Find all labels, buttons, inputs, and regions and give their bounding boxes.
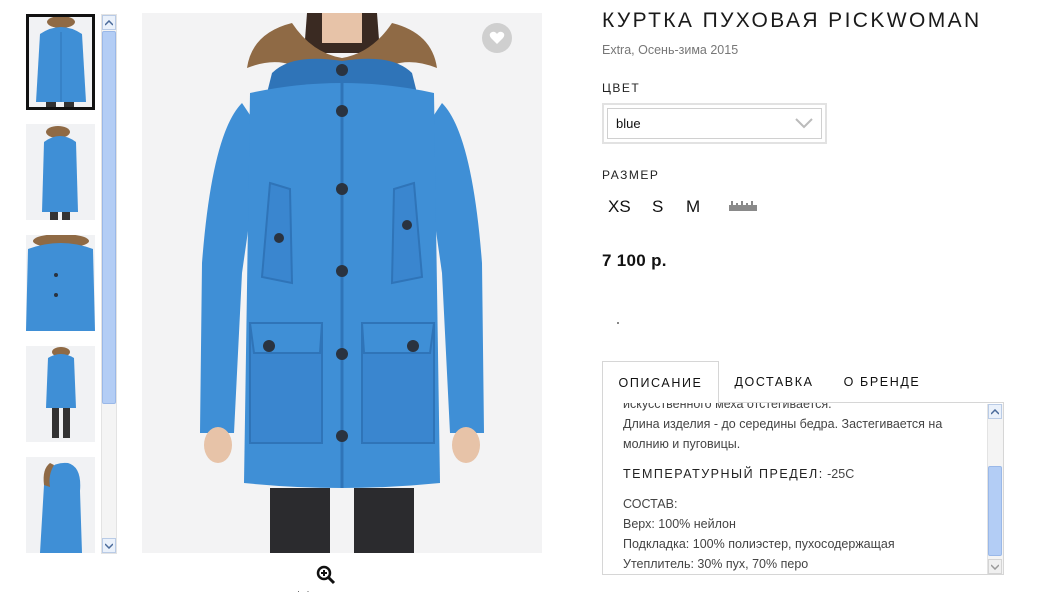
thumbnail-full-image [26, 346, 95, 442]
scroll-up-arrow-icon[interactable] [102, 15, 116, 30]
scroll-down-arrow-icon[interactable] [988, 559, 1002, 574]
ruler-icon[interactable] [729, 200, 757, 212]
tab-description[interactable]: ОПИСАНИЕ [602, 361, 719, 403]
description-line: молнию и пуговицы. [623, 437, 741, 451]
thumbnail-hood-image [26, 457, 95, 553]
main-product-image[interactable] [142, 13, 542, 553]
thumbnail-full[interactable] [26, 346, 95, 442]
product-title: КУРТКА ПУХОВАЯ PICKWOMAN [602, 9, 982, 32]
description-content: искусственного меха отстегивается. Длина… [623, 402, 983, 574]
jacket-photo [142, 13, 542, 553]
size-option-m[interactable]: M [686, 197, 700, 217]
chevron-down-icon [795, 118, 813, 129]
scroll-down-arrow-icon[interactable] [102, 538, 116, 553]
thumbnail-side[interactable] [26, 124, 95, 220]
product-subtitle: Extra, Осень-зима 2015 [602, 43, 739, 57]
description-panel[interactable]: искусственного меха отстегивается. Длина… [602, 402, 1004, 575]
description-scrollbar[interactable] [987, 404, 1003, 574]
thumbnail-front[interactable] [26, 14, 95, 110]
size-label: РАЗМЕР [602, 168, 660, 182]
thumbnail-scroll-thumb[interactable] [102, 31, 116, 404]
thumbnail-side-image [26, 124, 95, 220]
thumbnail-closeup-image [26, 235, 95, 331]
composition-lining: Подкладка: 100% полиэстер, пухосодержаща… [623, 537, 895, 551]
composition-outer: Верх: 100% нейлон [623, 517, 736, 531]
color-select[interactable]: blue [602, 103, 827, 144]
thumbnail-front-image [26, 14, 95, 110]
favorite-button[interactable] [482, 23, 512, 53]
thumbnail-scrollbar[interactable] [101, 14, 117, 554]
tab-delivery[interactable]: ДОСТАВКА [726, 361, 822, 403]
divider-dot [617, 322, 619, 324]
temperature-label: ТЕМПЕРАТУРНЫЙ ПРЕДЕЛ: [623, 467, 824, 481]
image-pager-dots: · · [297, 586, 312, 593]
zoom-in-icon[interactable] [316, 565, 336, 585]
description-scroll-thumb[interactable] [988, 466, 1002, 556]
tab-brand[interactable]: О БРЕНДЕ [835, 361, 929, 403]
size-option-xs[interactable]: XS [608, 197, 631, 217]
composition-fill: Утеплитель: 30% пух, 70% перо [623, 557, 809, 571]
thumbnail-closeup[interactable] [26, 235, 95, 331]
temperature-limit: ТЕМПЕРАТУРНЫЙ ПРЕДЕЛ: -25С [623, 464, 983, 484]
description-line: Длина изделия - до середины бедра. Засте… [623, 417, 943, 431]
composition-label: СОСТАВ: [623, 497, 678, 511]
size-option-s[interactable]: S [652, 197, 663, 217]
color-label: ЦВЕТ [602, 81, 641, 95]
color-select-value: blue [616, 116, 641, 131]
product-price: 7 100 р. [602, 251, 667, 270]
thumbnail-hood[interactable] [26, 457, 95, 553]
heart-icon [489, 31, 505, 44]
temperature-value: -25С [823, 467, 855, 481]
description-line: искусственного меха отстегивается. [623, 402, 832, 411]
scroll-up-arrow-icon[interactable] [988, 404, 1002, 419]
